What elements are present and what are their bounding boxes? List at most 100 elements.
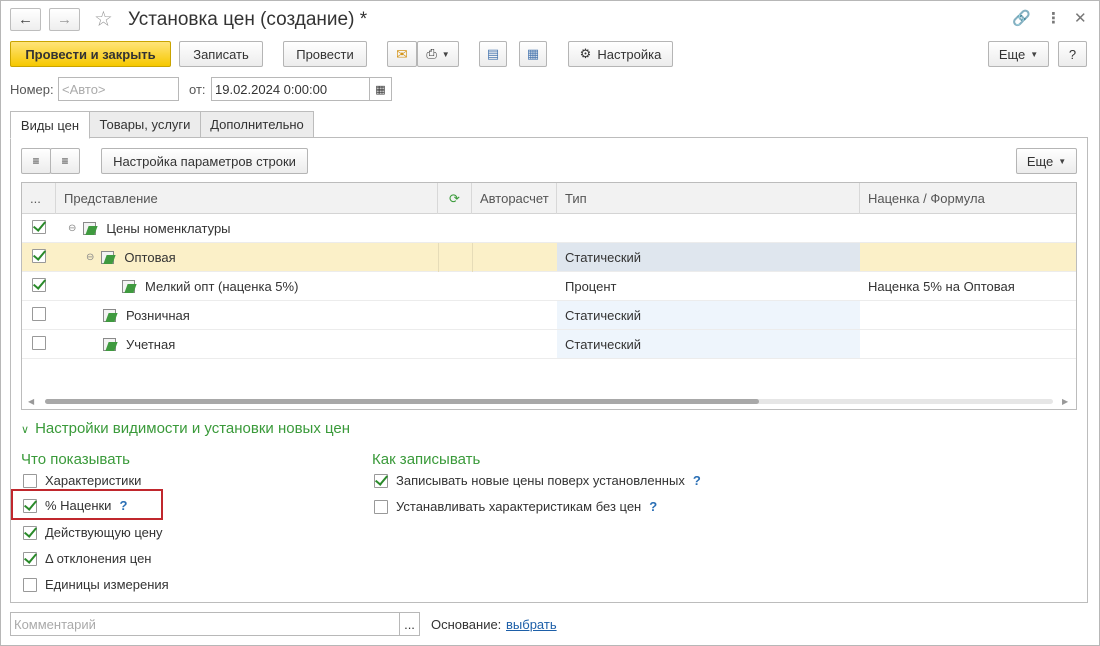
col-divider <box>438 243 439 272</box>
checkbox[interactable] <box>374 499 388 514</box>
row-type: Процент <box>565 278 617 294</box>
scrollbar-thumb[interactable] <box>45 399 759 404</box>
row-params-button[interactable]: Настройка параметров строки <box>101 148 308 174</box>
help-button[interactable]: ? <box>1058 41 1087 67</box>
table-header: ... Представление ⟳ Авторасчет Тип Нацен… <box>22 183 1076 214</box>
row-name: Учетная <box>126 336 176 352</box>
help-icon[interactable]: ? <box>649 499 657 514</box>
document-window: ← → ☆ Установка цен (создание) * 🔗 ⋮ ✕ П… <box>0 0 1100 646</box>
overwrite-prices-option[interactable]: Записывать новые цены поверх установленн… <box>374 473 701 488</box>
number-field[interactable]: <Авто> <box>58 77 179 101</box>
scroll-left-icon[interactable]: ◀ <box>28 397 34 406</box>
horizontal-scrollbar[interactable] <box>45 399 1053 404</box>
checkbox[interactable] <box>23 473 37 488</box>
save-button[interactable]: Записать <box>179 41 263 67</box>
back-button[interactable]: ← <box>10 8 41 31</box>
row-name-cell: ⊖ Оптовая <box>86 243 176 271</box>
row-markup: Наценка 5% на Оптовая <box>868 278 1015 294</box>
col-representation[interactable]: Представление <box>56 183 438 214</box>
col-refresh[interactable]: ⟳ <box>438 183 472 214</box>
price-list-icon <box>121 279 136 294</box>
table-row[interactable]: ⊖ Цены номенклатуры <box>22 214 1076 243</box>
table-row[interactable]: Учетная Статический <box>22 330 1076 359</box>
visibility-section-title: Настройки видимости и установки новых це… <box>35 420 351 437</box>
tab-additional[interactable]: Дополнительно <box>200 111 314 138</box>
row-checkbox[interactable] <box>32 307 46 321</box>
chevron-down-icon: ▼ <box>1058 156 1067 166</box>
visibility-section-header[interactable]: ∨ Настройки видимости и установки новых ц… <box>21 420 350 437</box>
arrow-right-icon: → <box>57 11 72 28</box>
col-type[interactable]: Тип <box>557 183 860 214</box>
checkbox[interactable] <box>23 525 37 540</box>
table-row[interactable]: Мелкий опт (наценка 5%) Процент Наценка … <box>22 272 1076 301</box>
more-button[interactable]: Еще ▼ <box>988 41 1049 67</box>
checkbox[interactable] <box>23 577 37 592</box>
row-name: Мелкий опт (наценка 5%) <box>145 278 299 294</box>
favorite-star-icon[interactable]: ☆ <box>94 7 113 32</box>
grid-more-button[interactable]: Еще ▼ <box>1016 148 1077 174</box>
calendar-button[interactable]: ▦ <box>369 77 392 101</box>
option-label: Записывать новые цены поверх установленн… <box>396 473 685 488</box>
expand-all-button[interactable]: ≡ <box>21 148 51 174</box>
post-and-close-button[interactable]: Провести и закрыть <box>10 41 171 67</box>
settings-label: Настройка <box>597 46 662 62</box>
set-characteristics-option[interactable]: Устанавливать характеристикам без цен? <box>374 499 657 514</box>
forward-button[interactable]: → <box>49 8 80 31</box>
show-characteristics-option[interactable]: Характеристики <box>23 473 141 488</box>
list-expand-icon: ≡ <box>32 154 40 168</box>
close-icon[interactable]: ✕ <box>1074 9 1087 27</box>
price-type-icon <box>102 337 117 352</box>
gear-icon: ⚙ <box>579 46 592 61</box>
basis-select-link[interactable]: выбрать <box>506 617 557 632</box>
row-name: Розничная <box>126 307 190 323</box>
price-types-table[interactable]: ... Представление ⟳ Авторасчет Тип Нацен… <box>21 182 1077 410</box>
show-units-option[interactable]: Единицы измерения <box>23 577 169 592</box>
col-divider <box>472 243 473 272</box>
show-group-title: Что показывать <box>21 451 130 468</box>
post-button[interactable]: Провести <box>283 41 367 67</box>
number-placeholder: <Авто> <box>62 81 106 97</box>
more-actions-icon[interactable]: ⋮ <box>1046 9 1061 27</box>
help-icon[interactable]: ? <box>693 473 701 488</box>
row-checkbox[interactable] <box>32 278 46 292</box>
row-checkbox[interactable] <box>32 220 46 234</box>
comment-placeholder: Комментарий <box>14 616 96 632</box>
comment-expand-button[interactable]: ... <box>399 612 420 636</box>
report-button[interactable]: ▤ <box>479 41 507 67</box>
link-icon[interactable]: 🔗 <box>1012 9 1031 27</box>
row-name: Оптовая <box>124 249 176 265</box>
table-row[interactable]: Розничная Статический <box>22 301 1076 330</box>
write-group-title: Как записывать <box>372 451 481 468</box>
tab-goods-services[interactable]: Товары, услуги <box>89 111 201 138</box>
checkbox[interactable] <box>374 473 388 488</box>
collapse-all-button[interactable]: ≡ <box>50 148 80 174</box>
envelope-icon: ✉ <box>396 45 408 62</box>
row-checkbox[interactable] <box>32 249 46 263</box>
collapse-toggle-icon[interactable]: ⊖ <box>86 252 94 263</box>
print-button[interactable]: ⎙ ▼ <box>417 41 459 67</box>
show-deviation-option[interactable]: Δ отклонения цен <box>23 551 151 566</box>
settings-button[interactable]: ⚙ Настройка <box>568 41 673 67</box>
option-label: Единицы измерения <box>45 577 169 592</box>
price-type-icon <box>100 250 115 265</box>
show-current-price-option[interactable]: Действующую цену <box>23 525 163 540</box>
checkbox[interactable] <box>23 551 37 566</box>
row-checkbox[interactable] <box>32 336 46 350</box>
col-autocalc[interactable]: Авторасчет <box>472 183 557 214</box>
scroll-right-icon[interactable]: ▶ <box>1062 397 1068 406</box>
chevron-down-icon: ▼ <box>441 49 450 59</box>
option-label: Устанавливать характеристикам без цен <box>396 499 642 514</box>
tab-price-types[interactable]: Виды цен <box>10 111 90 139</box>
table-row[interactable]: ⊖ Оптовая Статический <box>22 243 1076 272</box>
collapse-toggle-icon[interactable]: ⊖ <box>68 223 76 234</box>
date-field[interactable]: 19.02.2024 0:00:00 <box>211 77 370 101</box>
printer-icon: ⎙ <box>426 46 437 61</box>
calendar-icon: ▦ <box>375 83 386 96</box>
date-label: от: <box>189 82 206 97</box>
structure-button[interactable]: ▦ <box>519 41 547 67</box>
document-list-icon: ▤ <box>486 46 500 61</box>
col-dots[interactable]: ... <box>22 183 56 214</box>
col-markup[interactable]: Наценка / Формула <box>860 183 1076 214</box>
comment-field[interactable]: Комментарий <box>10 612 400 636</box>
email-button[interactable]: ✉ <box>387 41 417 67</box>
